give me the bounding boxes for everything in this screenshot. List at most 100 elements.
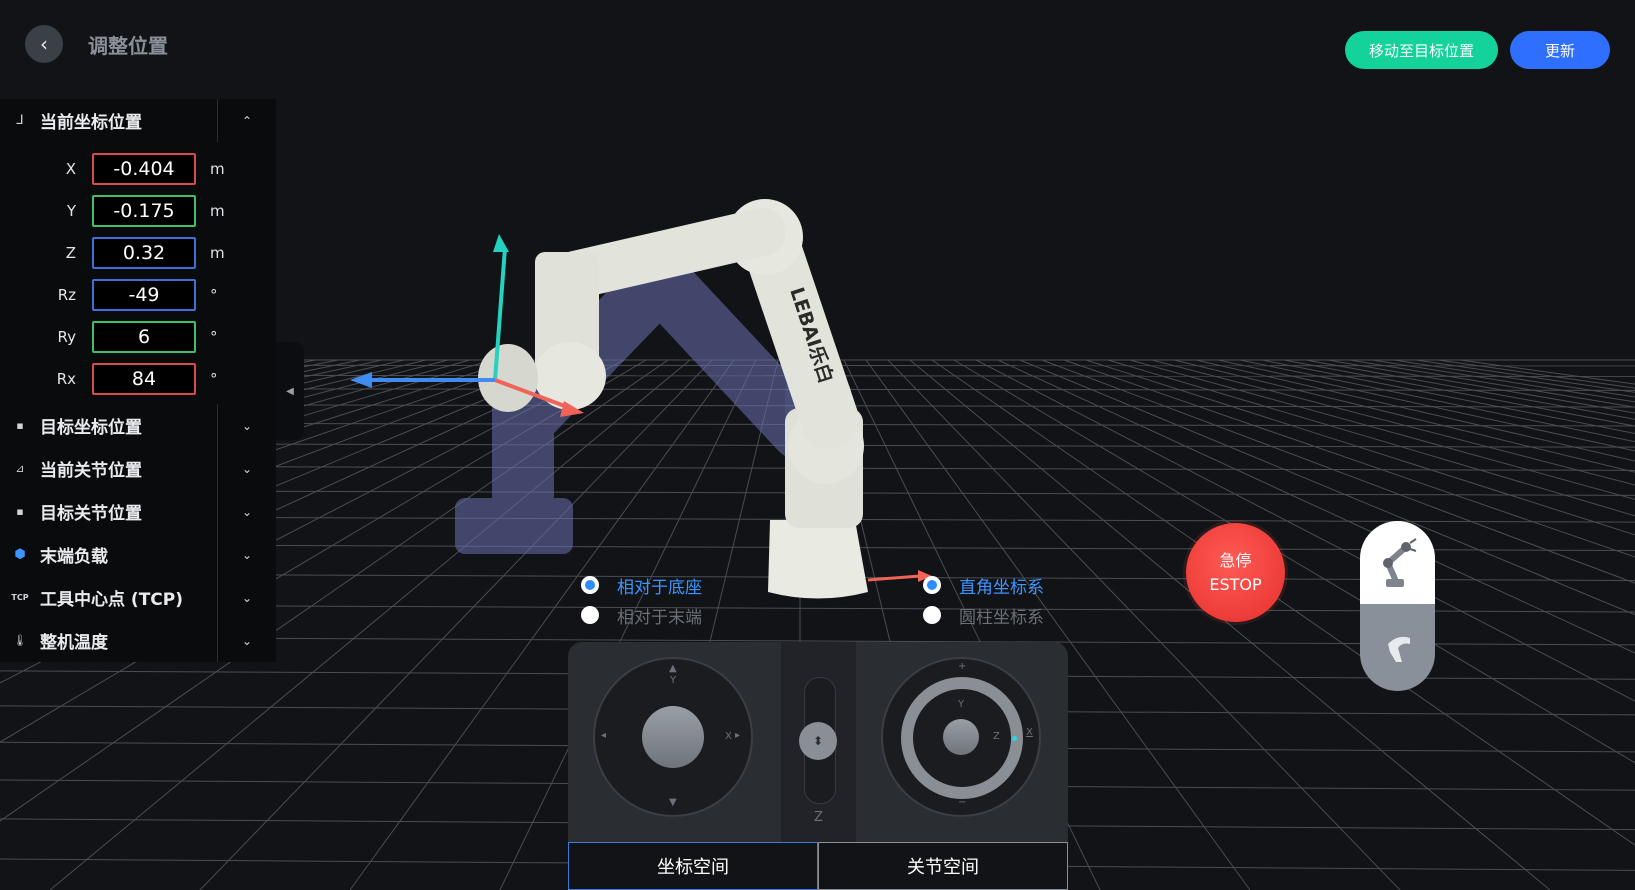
tab-joint-space[interactable]: 关节空间: [818, 842, 1068, 890]
grid-line: [1459, 359, 1635, 385]
xy-joystick[interactable]: ▲ Y X ▸ ◂ ▼: [593, 657, 753, 817]
estop-button[interactable]: 急停 ESTOP: [1186, 523, 1285, 622]
estop-label-en: ESTOP: [1209, 574, 1262, 594]
rot-x-label: X: [1026, 727, 1033, 738]
section-title: 末端负载: [40, 547, 108, 567]
radio-label: 相对于底座: [617, 577, 702, 598]
coord-label: Z: [65, 244, 76, 262]
hand-icon: [1387, 636, 1410, 662]
section-header-0[interactable]: ▪ 目标坐标位置 ⌄: [0, 404, 276, 447]
grid-line: [1239, 359, 1635, 443]
coord-row-x: X -0.404 m: [0, 148, 276, 190]
axes-icon: ⅃: [16, 113, 24, 128]
section-header-5[interactable]: 🌡 整机温度 ⌄: [0, 619, 276, 662]
x-axis-label: X: [725, 731, 732, 742]
radio-indicator: [923, 576, 941, 594]
save-icon: ▪: [16, 419, 24, 432]
section-title: 整机温度: [40, 633, 108, 653]
update-button[interactable]: 更新: [1510, 31, 1610, 69]
section-title: 目标坐标位置: [40, 418, 142, 438]
radio-label: 相对于末端: [617, 607, 702, 628]
expand-down-icon[interactable]: ⌄: [217, 490, 276, 533]
mode-switch[interactable]: [1360, 521, 1435, 691]
section-header-3[interactable]: ⬢ 末端负载 ⌄: [0, 533, 276, 576]
coord-row-y: Y -0.175 m: [0, 190, 276, 232]
back-button[interactable]: ‹: [25, 25, 63, 63]
coord-value-field[interactable]: -0.175: [92, 195, 196, 227]
left-panel: ⅃ 当前坐标位置 ⌃ X -0.404 m Y -0.175 m Z 0.32 m Rz -49 ° R…: [0, 99, 276, 662]
z-slider-knob[interactable]: ⬍: [799, 722, 837, 760]
caret-left-icon: ◀: [286, 385, 294, 397]
angle-icon: ⊿: [15, 462, 25, 475]
expand-down-icon[interactable]: ⌄: [217, 619, 276, 662]
tab-coordinate-space[interactable]: 坐标空间: [568, 842, 818, 890]
space-tabs: 坐标空间 关节空间: [568, 842, 1068, 890]
coord-unit: m: [210, 160, 225, 178]
radio-label: 直角坐标系: [959, 577, 1044, 598]
coord-value-field[interactable]: 84: [92, 363, 196, 395]
section-current-coords-header[interactable]: ⅃ 当前坐标位置 ⌃: [0, 99, 276, 142]
coord-row-rx: Rx 84 °: [0, 358, 276, 400]
jog-console: ▲ Y X ▸ ◂ ▼ ⬍ Z + − Y Z X: [568, 642, 1068, 842]
page-title: 调整位置: [88, 34, 168, 58]
radio-cartesian[interactable]: 直角坐标系: [923, 570, 1044, 600]
mode-hand-guide[interactable]: [1360, 604, 1435, 691]
up-down-arrows-icon: ⬍: [812, 734, 824, 748]
coord-label: Rz: [57, 286, 76, 304]
tcp-icon-text: TCP: [11, 593, 29, 602]
radio-relative-base[interactable]: 相对于底座: [581, 570, 702, 600]
panel-collapse-handle[interactable]: ◀: [276, 342, 304, 440]
expand-down-icon[interactable]: ⌄: [217, 576, 276, 619]
radio-cylindrical[interactable]: 圆柱坐标系: [923, 600, 1044, 630]
arrow-left-icon: ◂: [601, 730, 607, 741]
coord-label: X: [65, 160, 76, 178]
grid-line: [1041, 359, 1635, 584]
arrow-up-icon: ▲: [669, 663, 677, 674]
section-title: 当前关节位置: [40, 461, 142, 481]
coord-value-field[interactable]: -0.404: [92, 153, 196, 185]
section-header-4[interactable]: TCP 工具中心点 (TCP) ⌄: [0, 576, 276, 619]
current-coords-list: X -0.404 m Y -0.175 m Z 0.32 m Rz -49 ° Ry 6 ° Rx 84 °: [0, 142, 276, 404]
rotation-joystick-knob[interactable]: [943, 719, 979, 755]
coord-value-field[interactable]: -49: [92, 279, 196, 311]
coord-value-field[interactable]: 0.32: [92, 237, 196, 269]
coord-value-field[interactable]: 6: [92, 321, 196, 353]
rot-y-label: Y: [958, 699, 965, 710]
section-title: 工具中心点 (TCP): [40, 590, 183, 610]
expand-down-icon[interactable]: ⌄: [217, 447, 276, 490]
radio-relative-end[interactable]: 相对于末端: [581, 600, 702, 630]
thermometer-icon: 🌡: [13, 634, 27, 647]
expand-down-icon[interactable]: ⌄: [217, 533, 276, 576]
coord-unit: °: [210, 286, 218, 304]
expand-down-icon[interactable]: ⌄: [217, 404, 276, 447]
collapse-up-icon[interactable]: ⌃: [217, 99, 276, 142]
coord-row-rz: Rz -49 °: [0, 274, 276, 316]
save-icon: ▪: [16, 505, 24, 518]
coord-unit: °: [210, 328, 218, 346]
radio-indicator: [581, 606, 599, 624]
estop-label-cn: 急停: [1219, 550, 1252, 570]
coordinate-system-radio-group: 直角坐标系 圆柱坐标系: [923, 570, 1044, 630]
chevron-left-icon: ‹: [40, 32, 48, 56]
section-header-1[interactable]: ⊿ 当前关节位置 ⌄: [0, 447, 276, 490]
section-header-2[interactable]: ▪ 目标关节位置 ⌄: [0, 490, 276, 533]
robot-arm-icon: [1382, 537, 1417, 587]
minus-label: −: [958, 797, 967, 808]
grid-line: [975, 359, 1635, 702]
rotation-joystick[interactable]: + − Y Z X: [881, 657, 1041, 817]
indicator-dot: [1012, 736, 1017, 741]
payload-icon: ⬢: [14, 547, 26, 562]
move-to-target-button[interactable]: 移动至目标位置: [1345, 31, 1498, 69]
section-title: 当前坐标位置: [40, 113, 142, 133]
coord-unit: m: [210, 202, 225, 220]
arrow-right-icon: ▸: [735, 730, 741, 741]
radio-indicator: [581, 576, 599, 594]
xy-joystick-knob[interactable]: [642, 706, 704, 768]
grid-line: [1415, 359, 1635, 393]
section-title: 目标关节位置: [40, 504, 142, 524]
rot-z-label: Z: [993, 731, 1000, 742]
coord-label: Y: [66, 202, 76, 220]
mode-robot-arm[interactable]: [1360, 521, 1435, 604]
y-axis-label: Y: [670, 675, 677, 686]
coord-label: Rx: [56, 370, 76, 388]
